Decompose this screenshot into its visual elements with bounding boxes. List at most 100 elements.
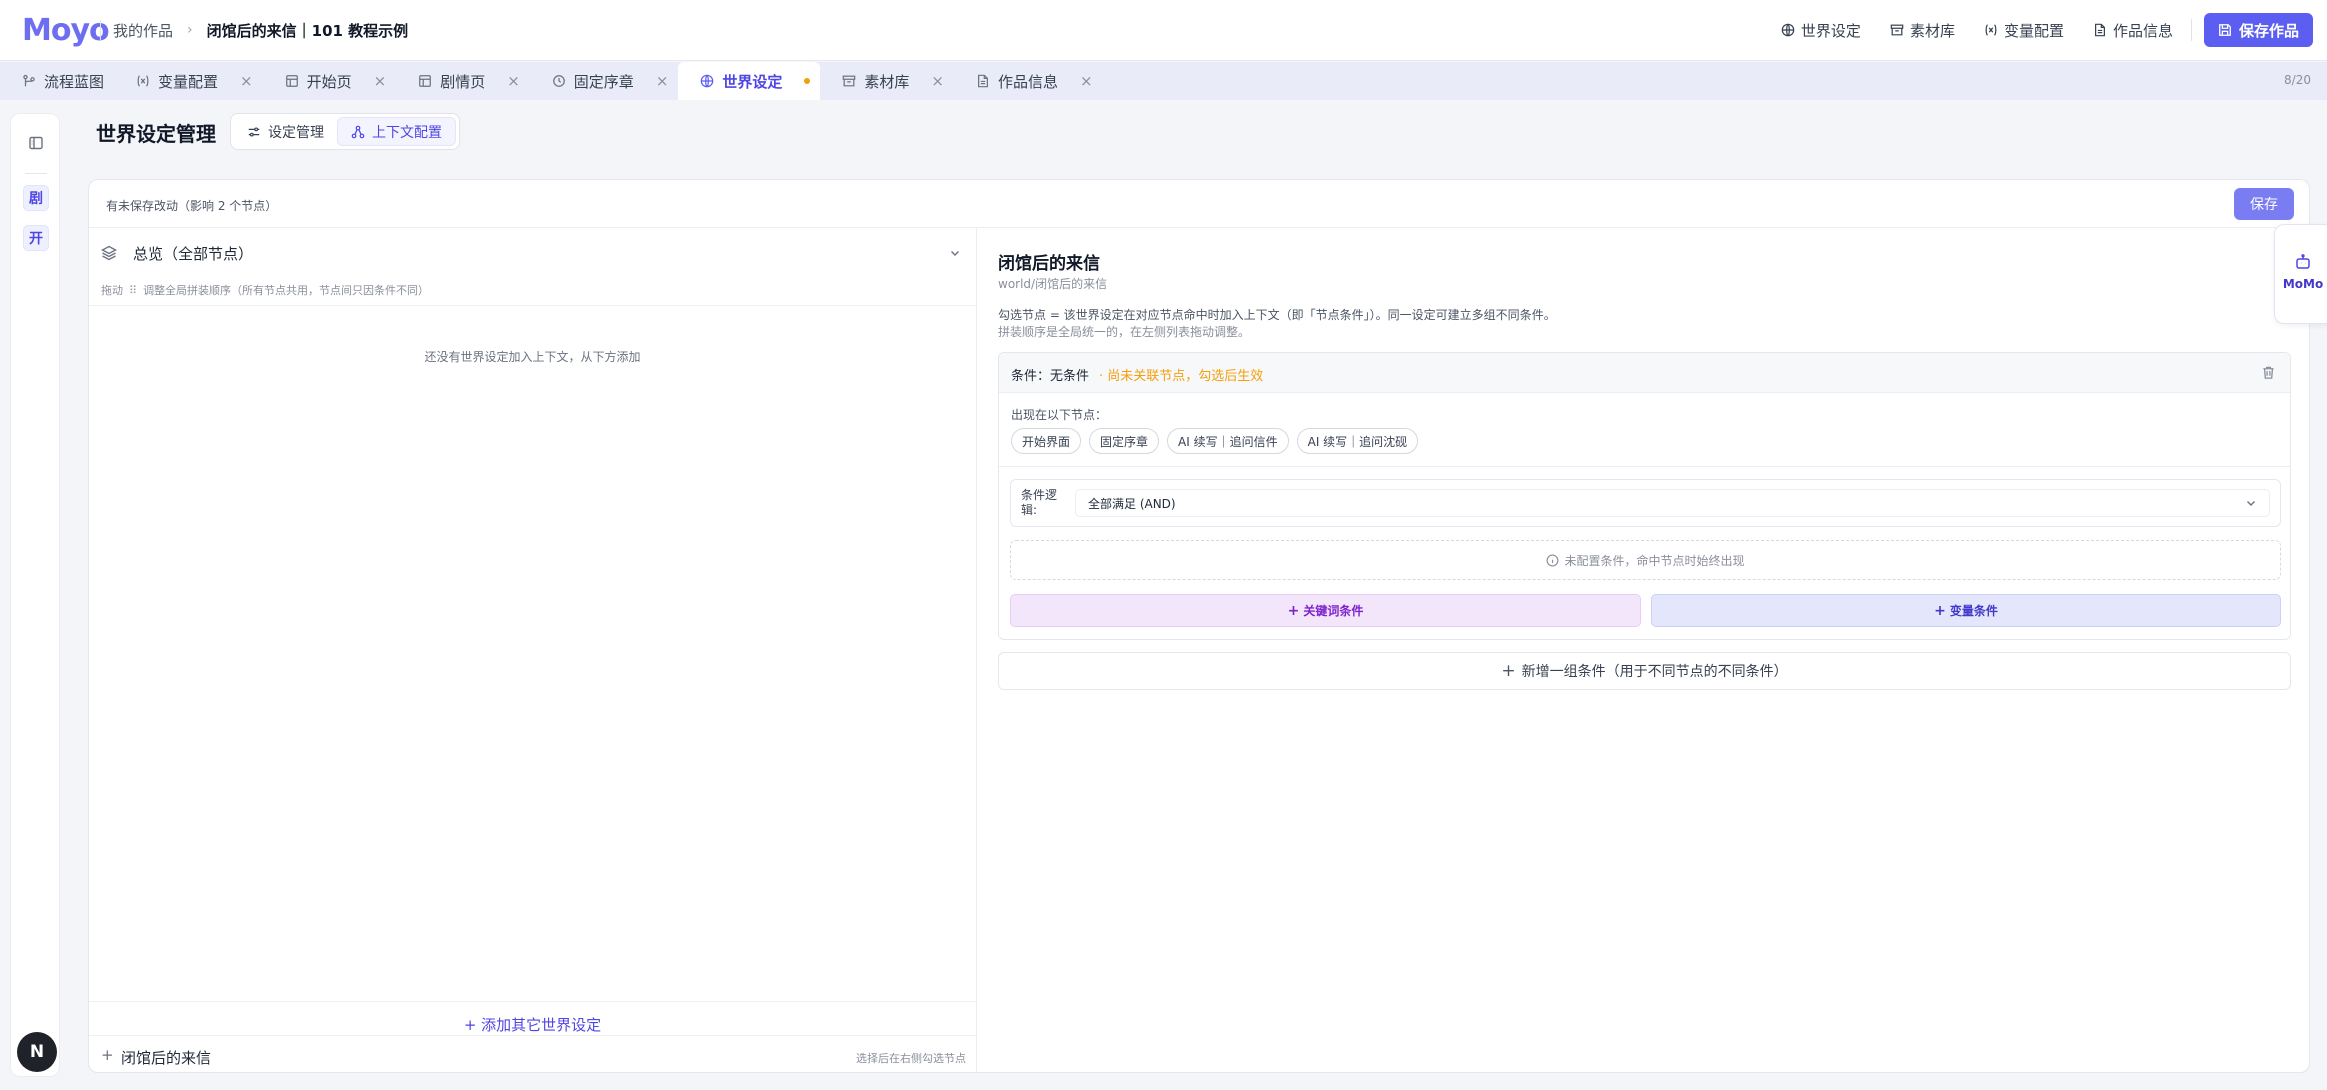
chevron-down-icon <box>2247 501 2255 506</box>
close-icon[interactable]: × <box>374 72 387 90</box>
top-bar: Moyo 我的作品 › 闭馆后的来信｜101 教程示例 世界设定 素材库 变量配… <box>0 0 2327 61</box>
card-toolbar: 有未保存改动（影响 2 个节点） 保存 <box>89 180 2309 228</box>
divider <box>25 173 47 174</box>
add-keyword-condition-button[interactable]: + 关键词条件 <box>1010 594 1641 627</box>
network-icon <box>351 125 365 138</box>
breadcrumb-current: 闭馆后的来信｜101 教程示例 <box>206 21 409 40</box>
context-config-card: 有未保存改动（影响 2 个节点） 保存 总览（全部节点） 拖动 ⠿ 调整全局拼装… <box>88 179 2310 1073</box>
close-icon[interactable]: × <box>656 72 669 90</box>
trash-icon[interactable] <box>2261 365 2276 380</box>
setting-description-secondary: 拼装顺序是全局统一的，在左侧列表拖动调整。 <box>998 325 1251 339</box>
rail-item-start[interactable]: 开 <box>23 225 49 251</box>
tab-label: 剧情页 <box>440 72 486 91</box>
header-assets-link[interactable]: 素材库 <box>1890 20 1955 41</box>
tab-label: 固定序章 <box>573 72 634 91</box>
info-icon <box>1547 554 1559 566</box>
save-work-label: 保存作品 <box>2238 21 2299 40</box>
condition-logic-select[interactable]: 全部满足 (AND) <box>1075 489 2270 517</box>
header-action-label: 变量配置 <box>2003 21 2064 40</box>
condition-logic-row: 条件逻辑: 全部满足 (AND) <box>1010 479 2281 527</box>
empty-state: 还没有世界设定加入上下文，从下方添加 <box>424 350 641 364</box>
sidebar-toggle-button[interactable] <box>23 130 49 156</box>
setting-path: world/闭馆后的来信 <box>998 277 1108 291</box>
node-tag[interactable]: AI 续写｜追问信件 <box>1167 428 1289 454</box>
assistant-badge[interactable]: N <box>17 1032 57 1072</box>
divider <box>2190 19 2192 41</box>
condition-logic-label: 条件逻辑: <box>1021 488 1058 517</box>
current-setting-row[interactable]: + 闭馆后的来信 选择后在右侧勾选节点 <box>89 1035 976 1073</box>
tab-world-settings[interactable]: 世界设定 <box>678 62 821 100</box>
add-other-setting-button[interactable]: + 添加其它世界设定 <box>89 1014 976 1035</box>
close-icon[interactable]: × <box>931 72 944 90</box>
node-scope-select[interactable]: 总览（全部节点） <box>129 238 971 268</box>
globe-icon <box>1781 23 1795 37</box>
setting-title: 闭馆后的来信 <box>998 254 1100 274</box>
node-tag[interactable]: AI 续写｜追问沈砚 <box>1296 428 1419 454</box>
layers-icon <box>101 245 117 261</box>
close-icon[interactable]: × <box>507 72 520 90</box>
no-condition-notice: 未配置条件，命中节点时始终出现 <box>1010 540 2281 580</box>
divider <box>999 466 2290 467</box>
archive-icon <box>843 75 856 87</box>
segment-settings-management[interactable]: 设定管理 <box>234 117 337 146</box>
tab-work-info[interactable]: 作品信息 × <box>954 62 1103 100</box>
keyword-button-label: 关键词条件 <box>1303 604 1364 618</box>
grip-icon: ⠿ <box>129 283 138 297</box>
drag-hint-prefix: 拖动 <box>101 284 123 297</box>
breadcrumb-root[interactable]: 我的作品 <box>113 20 173 41</box>
condition-logic-value: 全部满足 (AND) <box>1088 496 1176 511</box>
momo-label: MoMo <box>2282 277 2324 291</box>
momo-assistant-button[interactable]: MoMo <box>2274 224 2327 324</box>
rail-item-story[interactable]: 剧 <box>23 185 49 211</box>
save-work-button[interactable]: 保存作品 <box>2203 13 2313 47</box>
tab-variables[interactable]: 变量配置 × <box>114 62 263 100</box>
unsaved-dot <box>804 78 811 84</box>
header-work-info-link[interactable]: 作品信息 <box>2093 20 2173 41</box>
segment-label: 设定管理 <box>268 124 324 141</box>
divider <box>89 1001 976 1002</box>
segment-label: 上下文配置 <box>372 124 442 141</box>
add-condition-group-button[interactable]: + 新增一组条件（用于不同节点的不同条件） <box>998 652 2291 690</box>
tab-label: 作品信息 <box>998 72 1059 91</box>
node-scope-row: 总览（全部节点） <box>101 238 971 268</box>
condition-group: 条件：无条件 · 尚未关联节点，勾选后生效 出现在以下节点： 开始界面 固定序章… <box>998 352 2291 640</box>
tab-story-page[interactable]: 剧情页 × <box>396 62 530 100</box>
chevron-down-icon <box>951 251 959 256</box>
document-icon <box>2094 23 2105 37</box>
condition-warning: · 尚未关联节点，勾选后生效 <box>1099 369 1264 384</box>
plus-icon: + <box>1501 661 1516 681</box>
condition-group-header: 条件：无条件 · 尚未关联节点，勾选后生效 <box>999 353 2290 393</box>
no-condition-text: 未配置条件，命中节点时始终出现 <box>1564 553 1745 568</box>
tab-fixed-prologue[interactable]: 固定序章 × <box>530 62 679 100</box>
sidebar-icon <box>29 136 43 150</box>
plus-icon: + <box>1934 602 1946 619</box>
header-variables-link[interactable]: 变量配置 <box>1984 20 2064 41</box>
header-action-label: 作品信息 <box>2112 21 2173 40</box>
close-icon[interactable]: × <box>1080 72 1093 90</box>
current-setting-title: 闭馆后的来信 <box>121 1049 212 1067</box>
header-actions: 世界设定 素材库 变量配置 作品信息 保存作品 <box>1752 13 2313 47</box>
archive-icon <box>1890 24 1904 36</box>
breadcrumb: 我的作品 › 闭馆后的来信｜101 教程示例 <box>100 19 408 41</box>
variable-icon <box>1985 24 1997 36</box>
tab-assets[interactable]: 素材库 × <box>820 62 954 100</box>
header-world-settings-link[interactable]: 世界设定 <box>1781 20 1861 41</box>
close-icon[interactable]: × <box>240 72 253 90</box>
add-variable-condition-button[interactable]: + 变量条件 <box>1651 594 2281 627</box>
left-rail: 剧 开 <box>10 113 60 1077</box>
app-logo[interactable]: Moyo <box>22 13 110 48</box>
segment-context-config[interactable]: 上下文配置 <box>337 117 456 146</box>
save-button[interactable]: 保存 <box>2234 188 2294 220</box>
tab-flow-blueprint[interactable]: 流程蓝图 <box>0 62 114 100</box>
node-tag[interactable]: 固定序章 <box>1089 428 1160 454</box>
tab-label: 变量配置 <box>158 72 219 91</box>
current-setting-hint: 选择后在右侧勾选节点 <box>856 1052 966 1065</box>
layout-icon <box>419 75 432 87</box>
tab-label: 流程蓝图 <box>44 72 105 91</box>
header-action-label: 素材库 <box>1909 21 1955 40</box>
clock-icon <box>552 75 565 87</box>
tab-start-page[interactable]: 开始页 × <box>263 62 397 100</box>
node-tag[interactable]: 开始界面 <box>1011 428 1082 454</box>
node-tag-list: 开始界面 固定序章 AI 续写｜追问信件 AI 续写｜追问沈砚 <box>1011 428 1426 454</box>
tab-count: 8/20 <box>2284 73 2311 87</box>
